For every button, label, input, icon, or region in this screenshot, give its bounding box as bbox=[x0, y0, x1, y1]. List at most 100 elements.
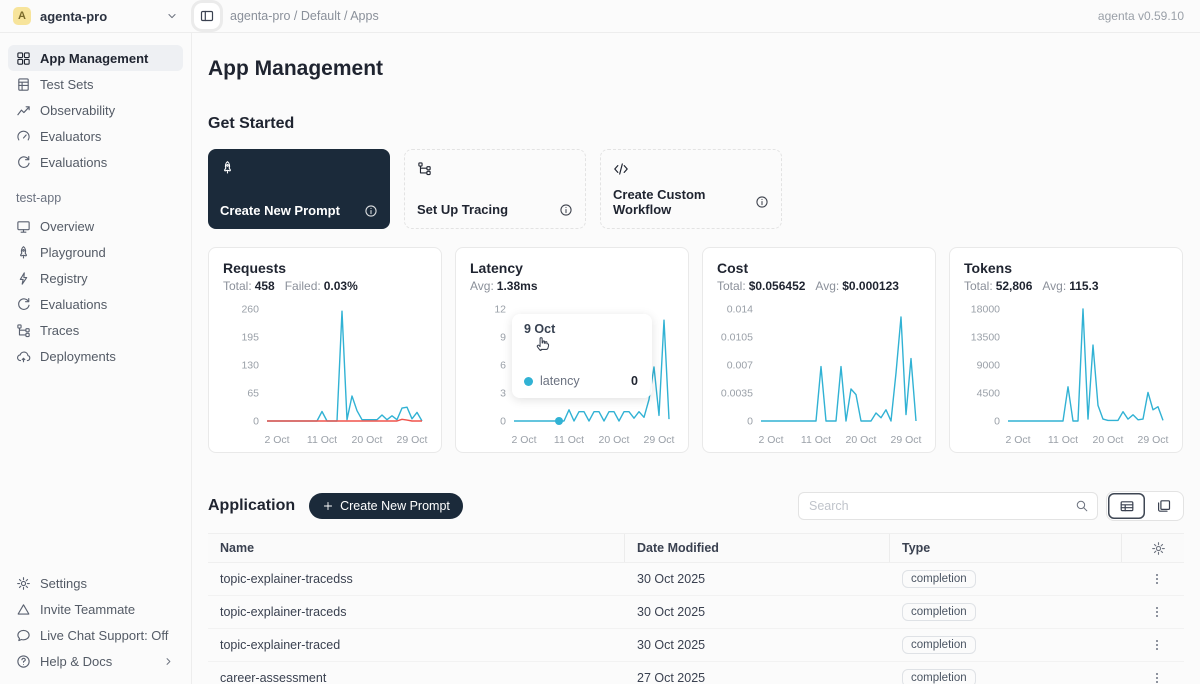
sidebar-collapse-button[interactable] bbox=[194, 3, 220, 29]
cell-date-modified: 30 Oct 2025 bbox=[625, 572, 890, 586]
sidebar-footer-nav: SettingsInvite Teammate Live Chat Support… bbox=[8, 570, 183, 674]
sidebar-item-app-management[interactable]: App Management bbox=[8, 45, 183, 71]
column-header-name[interactable]: Name bbox=[208, 534, 625, 562]
sidebar-item-evaluators[interactable]: Evaluators bbox=[8, 123, 183, 149]
sidebar-item-label: Live Chat Support: Off bbox=[40, 628, 168, 643]
svg-text:0: 0 bbox=[747, 416, 753, 428]
table-row[interactable]: career-assessment27 Oct 2025completion bbox=[208, 662, 1184, 684]
get-started-card-label: Set Up Tracing bbox=[417, 202, 508, 217]
table-row[interactable]: topic-explainer-traced30 Oct 2025complet… bbox=[208, 629, 1184, 662]
plus-icon bbox=[322, 500, 334, 512]
get-started-card-create-new-prompt[interactable]: Create New Prompt bbox=[208, 149, 390, 229]
search-icon[interactable] bbox=[1075, 499, 1089, 513]
metric-stat: Avg:115.3 bbox=[1042, 279, 1098, 293]
table-row[interactable]: topic-explainer-tracedss30 Oct 2025compl… bbox=[208, 563, 1184, 596]
application-title: Application bbox=[208, 497, 295, 515]
svg-text:13500: 13500 bbox=[971, 332, 1000, 344]
svg-text:0.007: 0.007 bbox=[727, 360, 753, 372]
info-icon[interactable] bbox=[559, 203, 573, 217]
row-menu-button[interactable] bbox=[1150, 572, 1164, 586]
get-started-card-create-custom-workflow[interactable]: Create Custom Workflow bbox=[600, 149, 782, 229]
tree-icon bbox=[417, 161, 573, 176]
svg-text:0.014: 0.014 bbox=[727, 304, 753, 316]
get-started-card-set-up-tracing[interactable]: Set Up Tracing bbox=[404, 149, 586, 229]
code-icon bbox=[613, 161, 769, 177]
cell-type: completion bbox=[890, 603, 1122, 621]
sidebar-item-registry[interactable]: Registry bbox=[8, 265, 183, 291]
row-menu-button[interactable] bbox=[1150, 671, 1164, 684]
metric-cards: RequestsTotal:458Failed:0.03%06513019526… bbox=[208, 247, 1184, 453]
sidebar-item-live-chat-support-off[interactable]: Live Chat Support: Off bbox=[8, 622, 183, 648]
cell-name: topic-explainer-traceds bbox=[208, 605, 625, 619]
requests-chart[interactable]: 0651301952602 Oct11 Oct20 Oct29 Oct bbox=[223, 299, 428, 447]
sidebar-item-settings[interactable]: Settings bbox=[8, 570, 183, 596]
breadcrumb: agenta-pro / Default / Apps bbox=[230, 9, 379, 23]
metric-stat: Total:$0.056452 bbox=[717, 279, 805, 293]
metric-stat: Avg:$0.000123 bbox=[815, 279, 899, 293]
search-input[interactable] bbox=[801, 499, 1075, 513]
series-dot-icon bbox=[524, 377, 533, 386]
sidebar-item-evaluations[interactable]: Evaluations bbox=[8, 149, 183, 175]
panel-icon bbox=[199, 8, 215, 24]
row-menu-button[interactable] bbox=[1150, 605, 1164, 619]
info-icon[interactable] bbox=[364, 204, 378, 218]
create-new-prompt-button[interactable]: Create New Prompt bbox=[309, 493, 463, 519]
applications-table: Name Date Modified Type topic-explainer-… bbox=[208, 533, 1184, 684]
cell-date-modified: 30 Oct 2025 bbox=[625, 638, 890, 652]
cost-chart[interactable]: 00.00350.0070.01050.0142 Oct11 Oct20 Oct… bbox=[717, 299, 922, 447]
sidebar-item-invite-teammate[interactable]: Invite Teammate bbox=[8, 596, 183, 622]
cell-type: completion bbox=[890, 636, 1122, 654]
sidebar-item-help-docs[interactable]: Help & Docs bbox=[8, 648, 183, 674]
monitor-icon bbox=[16, 219, 31, 234]
svg-text:20 Oct: 20 Oct bbox=[352, 434, 383, 446]
sidebar-item-playground[interactable]: Playground bbox=[8, 239, 183, 265]
metric-title: Cost bbox=[717, 260, 921, 276]
svg-text:11 Oct: 11 Oct bbox=[801, 434, 831, 446]
svg-text:29 Oct: 29 Oct bbox=[397, 434, 428, 446]
chart-tooltip: 9 Octlatency0 bbox=[512, 314, 652, 398]
gear-icon bbox=[16, 576, 31, 591]
gear-icon[interactable] bbox=[1151, 541, 1166, 556]
cell-actions bbox=[1122, 671, 1184, 684]
sidebar-item-label: Overview bbox=[40, 219, 94, 234]
workspace-avatar: A bbox=[13, 7, 31, 25]
card-view-button[interactable] bbox=[1145, 493, 1182, 519]
cell-name: topic-explainer-traced bbox=[208, 638, 625, 652]
help-icon bbox=[16, 654, 31, 669]
svg-text:11 Oct: 11 Oct bbox=[1048, 434, 1078, 446]
chat-icon bbox=[16, 628, 31, 643]
sidebar-item-traces[interactable]: Traces bbox=[8, 317, 183, 343]
sidebar-item-evaluations[interactable]: Evaluations bbox=[8, 291, 183, 317]
sidebar-item-test-sets[interactable]: Test Sets bbox=[8, 71, 183, 97]
table-view-button[interactable] bbox=[1108, 493, 1145, 519]
info-icon[interactable] bbox=[755, 195, 769, 209]
chevron-right-icon bbox=[162, 655, 175, 668]
metric-card-tokens: TokensTotal:52,806Avg:115.30450090001350… bbox=[949, 247, 1183, 453]
sidebar-item-overview[interactable]: Overview bbox=[8, 213, 183, 239]
failed-line bbox=[267, 419, 422, 421]
rocket-icon bbox=[16, 245, 31, 260]
workspace-selector[interactable]: A agenta-pro bbox=[13, 7, 179, 25]
test-sets-icon bbox=[16, 77, 31, 92]
page-title: App Management bbox=[208, 57, 1184, 81]
column-header-date-modified[interactable]: Date Modified bbox=[625, 534, 890, 562]
get-started-card-label: Create New Prompt bbox=[220, 203, 340, 218]
metric-title: Requests bbox=[223, 260, 427, 276]
get-started-card-footer: Set Up Tracing bbox=[417, 202, 573, 217]
metric-stats: Avg:1.38ms bbox=[470, 279, 674, 293]
tokens-chart[interactable]: 04500900013500180002 Oct11 Oct20 Oct29 O… bbox=[964, 299, 1169, 447]
column-header-type[interactable]: Type bbox=[890, 534, 1122, 562]
metric-card-requests: RequestsTotal:458Failed:0.03%06513019526… bbox=[208, 247, 442, 453]
sidebar-item-deployments[interactable]: Deployments bbox=[8, 343, 183, 369]
svg-text:12: 12 bbox=[494, 304, 506, 316]
svg-text:20 Oct: 20 Oct bbox=[1093, 434, 1124, 446]
refresh-icon bbox=[16, 297, 31, 312]
metric-card-cost: CostTotal:$0.056452Avg:$0.00012300.00350… bbox=[702, 247, 936, 453]
workspace-name: agenta-pro bbox=[40, 9, 107, 24]
sidebar-app-nav: Overview PlaygroundRegistryEvaluationsTra… bbox=[8, 213, 183, 369]
svg-text:18000: 18000 bbox=[971, 304, 1000, 316]
row-menu-button[interactable] bbox=[1150, 638, 1164, 652]
sidebar-item-observability[interactable]: Observability bbox=[8, 97, 183, 123]
table-row[interactable]: topic-explainer-traceds30 Oct 2025comple… bbox=[208, 596, 1184, 629]
cell-date-modified: 30 Oct 2025 bbox=[625, 605, 890, 619]
